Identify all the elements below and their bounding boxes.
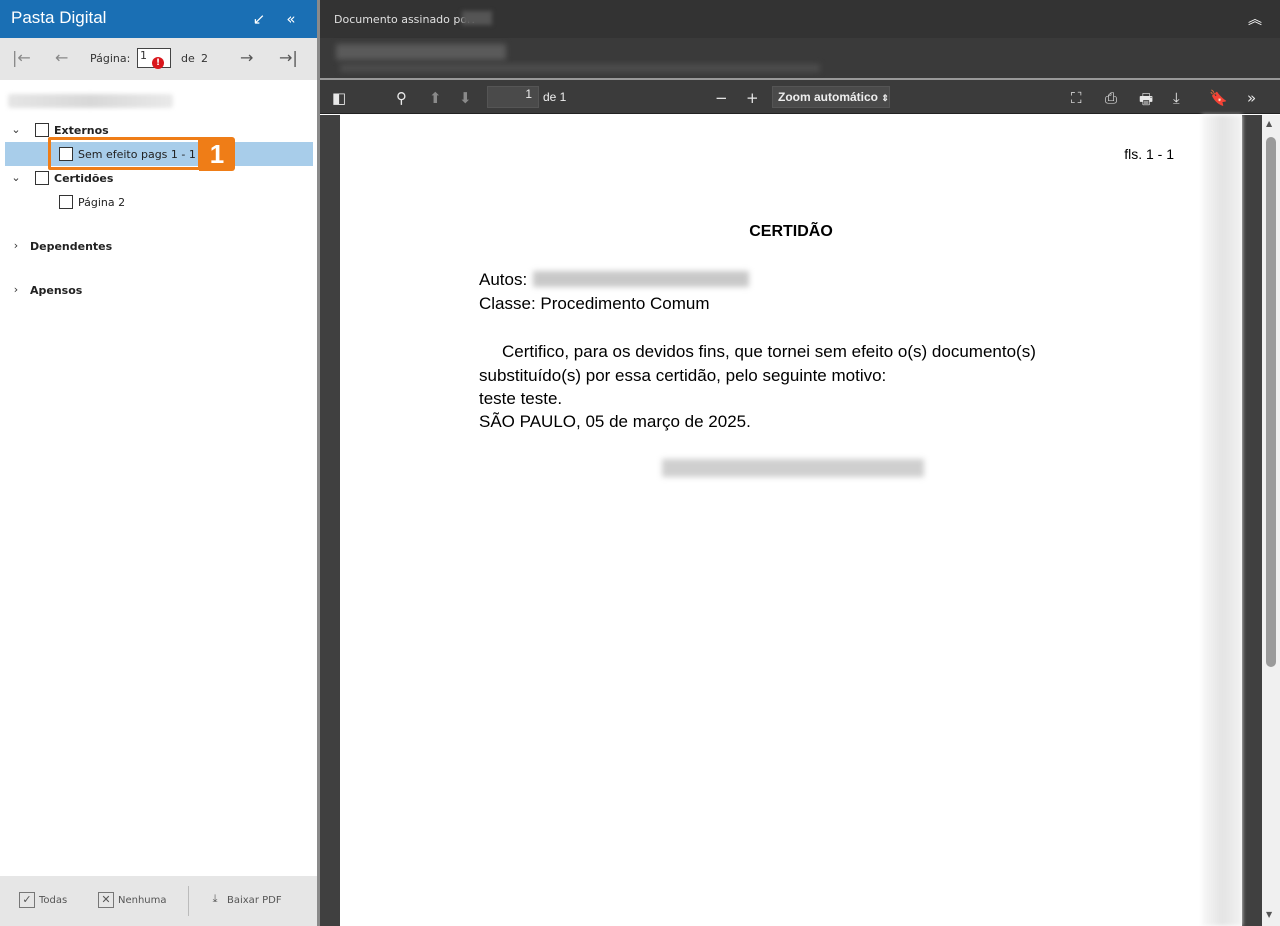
footer-divider — [188, 886, 189, 916]
tree-group-apensos[interactable]: › Apensos — [0, 279, 317, 301]
next-page-icon[interactable]: → — [240, 48, 253, 67]
signature-label: Documento assinado por: — [334, 13, 476, 26]
document-info-bar — [320, 38, 1280, 80]
previous-page-icon[interactable]: ⬆ — [429, 89, 442, 107]
viewer-scrollbar[interactable]: ▲ ▼ — [1262, 115, 1280, 926]
scroll-down-icon[interactable]: ▼ — [1266, 910, 1272, 919]
classe-line: Classe: Procedimento Comum — [479, 294, 710, 313]
select-arrows-icon: ⇕ — [881, 93, 889, 103]
signer-redacted — [462, 11, 492, 25]
page-navigator: |← ← Página: 1 ! de 2 → →| — [0, 38, 317, 80]
chevron-double-up-icon[interactable]: ︽ — [1248, 9, 1262, 29]
tree-label-dependentes: Dependentes — [30, 240, 113, 253]
body-line-1: Certifico, para os devidos fins, que tor… — [502, 342, 1036, 361]
sidebar-toggle-icon[interactable]: ◧ — [332, 89, 346, 107]
tree-label-apensos: Apensos — [30, 284, 83, 297]
tree-group-dependentes[interactable]: › Dependentes — [0, 235, 317, 257]
document-title: CERTIDÃO — [749, 223, 833, 240]
warning-icon: ! — [152, 57, 164, 69]
first-page-icon[interactable]: |← — [12, 48, 31, 67]
zoom-in-icon[interactable]: + — [746, 89, 759, 107]
tree-item-pagina-2[interactable]: Página 2 — [0, 191, 317, 213]
process-number-redacted — [8, 94, 173, 108]
select-all-button[interactable]: ✓ Todas — [19, 892, 67, 908]
hide-panel-icon[interactable]: « — [281, 9, 301, 29]
signer-name-redacted — [662, 459, 924, 477]
download-icon[interactable]: ⤓ — [1173, 89, 1180, 107]
pdf-page-input[interactable]: 1 — [487, 86, 539, 108]
open-file-icon[interactable]: ⎙ — [1105, 89, 1117, 107]
checkbox-checked-icon: ✓ — [19, 892, 35, 908]
callout-highlight — [48, 137, 201, 170]
checkbox-certidoes[interactable] — [35, 171, 49, 185]
chevron-down-icon[interactable]: ⌄ — [10, 171, 22, 184]
autos-label: Autos: — [479, 270, 528, 289]
chevron-down-icon[interactable]: ⌄ — [10, 123, 22, 136]
checkbox-cleared-icon: ✕ — [98, 892, 114, 908]
checkbox-externos[interactable] — [35, 123, 49, 137]
tree-label-externos: Externos — [54, 124, 109, 137]
download-icon: ⤓ — [212, 892, 218, 905]
tree-label-pagina-2: Página 2 — [78, 196, 126, 209]
bookmark-icon[interactable]: 🔖 — [1209, 89, 1228, 107]
callout-number: 1 — [199, 137, 235, 171]
select-all-label: Todas — [39, 895, 68, 906]
tools-menu-icon[interactable]: » — [1247, 89, 1256, 107]
tree-group-certidoes[interactable]: ⌄ Certidões — [0, 167, 317, 189]
left-panel-header: Pasta Digital ↙ « — [0, 0, 317, 38]
zoom-out-icon[interactable]: − — [715, 89, 728, 107]
left-panel-footer: ✓ Todas ✕ Nenhuma ⤓ Baixar PDF — [0, 876, 317, 926]
search-icon[interactable]: ⚲ — [396, 89, 407, 107]
panel-title: Pasta Digital — [11, 8, 107, 27]
select-none-button[interactable]: ✕ Nenhuma — [98, 892, 167, 908]
pdf-page: fls. 1 - 1 CERTIDÃO Autos: Classe: Proce… — [340, 115, 1242, 926]
checkbox-pagina-2[interactable] — [59, 195, 73, 209]
left-panel: Pasta Digital ↙ « |← ← Página: 1 ! de 2 … — [0, 0, 317, 926]
last-page-icon[interactable]: →| — [279, 48, 298, 67]
page-folio: fls. 1 - 1 — [1124, 146, 1174, 162]
zoom-select[interactable]: Zoom automático ⇕ — [772, 86, 890, 108]
select-none-label: Nenhuma — [118, 895, 167, 906]
presentation-mode-icon[interactable]: ⛶ — [1071, 89, 1082, 107]
scroll-up-icon[interactable]: ▲ — [1266, 119, 1272, 128]
place-date-line: SÃO PAULO, 05 de março de 2025. — [479, 412, 751, 431]
collapse-icon[interactable]: ↙ — [249, 9, 269, 29]
autos-number-redacted — [533, 271, 749, 287]
prev-page-icon[interactable]: ← — [55, 48, 68, 67]
motivo-line: teste teste. — [479, 389, 563, 408]
next-page-icon[interactable]: ⬇ — [459, 89, 472, 107]
zoom-value: Zoom automático — [778, 90, 879, 104]
page-total: 2 — [201, 52, 208, 65]
tree-label-certidoes: Certidões — [54, 172, 114, 185]
pdf-page-count: de 1 — [543, 90, 567, 104]
scroll-thumb[interactable] — [1266, 137, 1276, 667]
print-icon[interactable]: 🖶 — [1139, 89, 1153, 114]
chevron-right-icon[interactable]: › — [10, 239, 22, 252]
pdf-toolbar: ◧ ⚲ ⬆ ⬇ 1 de 1 − + Zoom automático ⇕ ⛶ ⎙… — [320, 80, 1280, 114]
pdf-viewer: fls. 1 - 1 CERTIDÃO Autos: Classe: Proce… — [320, 115, 1280, 926]
download-pdf-button[interactable]: ⤓ Baixar PDF — [207, 892, 282, 908]
download-pdf-label: Baixar PDF — [227, 895, 282, 906]
document-info-redacted — [336, 44, 506, 60]
page-label: Página: — [90, 52, 131, 65]
body-line-2: substituído(s) por essa certidão, pelo s… — [479, 366, 887, 385]
page-of-label: de — [181, 52, 195, 65]
document-info-redacted-line — [340, 64, 820, 72]
signature-bar: Documento assinado por: ︽ — [320, 0, 1280, 38]
chevron-right-icon[interactable]: › — [10, 283, 22, 296]
